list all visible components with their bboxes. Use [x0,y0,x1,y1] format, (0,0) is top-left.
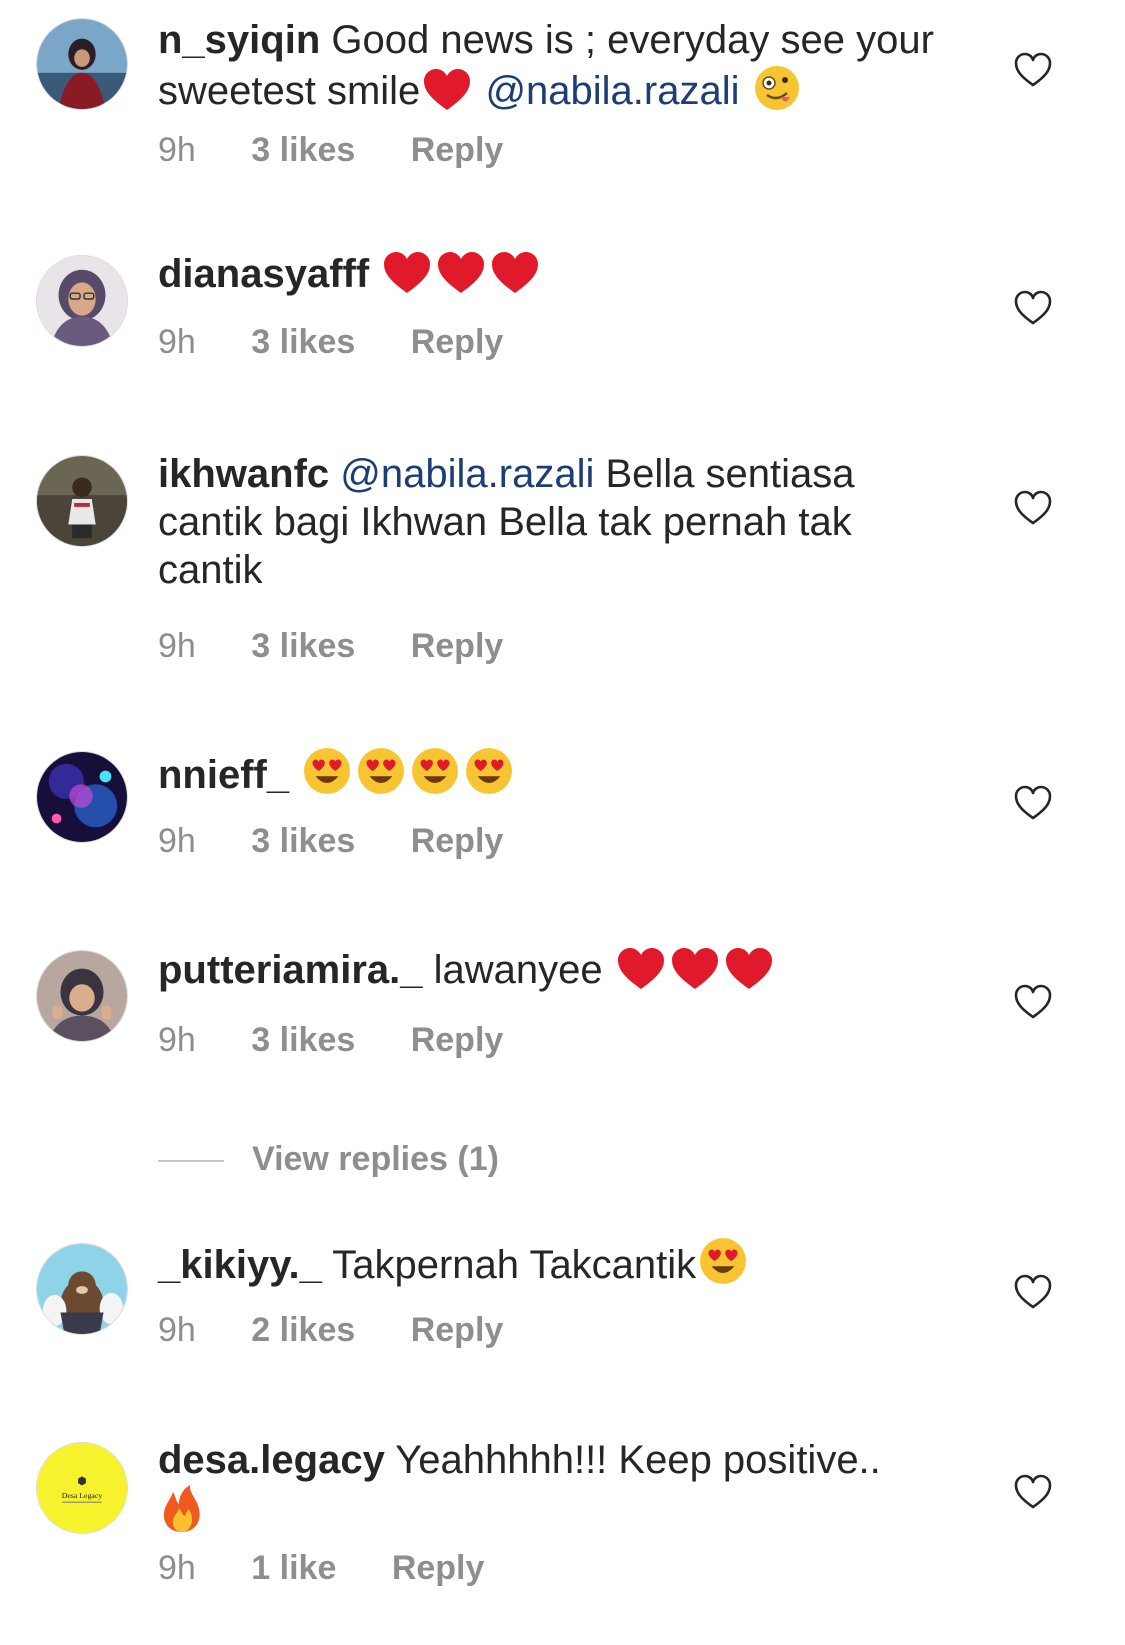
comment-text: dianasyafff [158,250,948,306]
comment-text: ikhwanfc @nabila.razali Bella sentiasa c… [158,450,948,594]
avatar[interactable] [36,255,128,347]
reply-button[interactable]: Reply [411,323,504,361]
like-heart-icon[interactable] [1014,290,1052,326]
timestamp: 9h [158,1311,196,1349]
likes-count[interactable]: 3 likes [251,1021,355,1059]
red-heart-emoji [382,251,432,306]
mention-link[interactable]: @nabila.razali [340,452,594,496]
avatar[interactable] [36,751,128,843]
username[interactable]: putteriamira._ [158,948,423,992]
likes-count[interactable]: 1 like [251,1549,336,1587]
timestamp: 9h [158,1549,196,1587]
comment-text: putteriamira._ lawanyee [158,946,948,1002]
heart-eyes-emoji [464,746,514,807]
like-heart-icon[interactable] [1014,984,1052,1020]
likes-count[interactable]: 3 likes [251,822,355,860]
heart-eyes-emoji [356,746,406,807]
timestamp: 9h [158,822,196,860]
avatar[interactable] [36,18,128,110]
comment-text: n_syiqin Good news is ; everyday see you… [158,16,948,123]
avatar[interactable] [36,1243,128,1335]
comment-meta: 9h 3 likes Reply [158,322,549,362]
comment-body: Takpernah Takcantik [332,1243,697,1287]
like-heart-icon[interactable] [1014,52,1052,88]
timestamp: 9h [158,627,196,665]
replies-divider-line [158,1160,224,1163]
zany-face-emoji [753,64,801,123]
red-heart-emoji [490,251,540,306]
comment-text: _kikiyy._ Takpernah Takcantik [158,1236,948,1297]
comment-meta: 9h 3 likes Reply [158,130,549,170]
username[interactable]: ikhwanfc [158,452,329,496]
mention-link[interactable]: @nabila.razali [485,69,739,113]
red-heart-emoji [436,251,486,306]
reply-button[interactable]: Reply [411,822,504,860]
timestamp: 9h [158,131,196,169]
comment-meta: 9h 3 likes Reply [158,626,549,666]
heart-eyes-emoji [698,1236,748,1297]
reply-button[interactable]: Reply [411,1021,504,1059]
username[interactable]: nnieff_ [158,753,289,797]
comment-text: desa.legacy Yeahhhhh!!! Keep positive.. [158,1436,948,1545]
reply-button[interactable]: Reply [411,131,504,169]
timestamp: 9h [158,1021,196,1059]
comment-text: nnieff_ [158,746,948,807]
username[interactable]: dianasyafff [158,252,369,296]
avatar[interactable]: Desa Legacy [36,1442,128,1534]
comment-meta: 9h 2 likes Reply [158,1310,549,1350]
avatar[interactable] [36,950,128,1042]
fire-emoji [160,1484,204,1545]
username[interactable]: n_syiqin [158,18,320,62]
red-heart-emoji [724,947,774,1002]
comment-body: lawanyee [433,948,603,992]
username[interactable]: desa.legacy [158,1438,385,1482]
comment-meta: 9h 1 like Reply [158,1548,530,1588]
heart-eyes-emoji [410,746,460,807]
comment-meta: 9h 3 likes Reply [158,1020,549,1060]
heart-eyes-emoji [302,746,352,807]
username[interactable]: _kikiyy._ [158,1243,322,1287]
view-replies-label: View replies (1) [252,1140,499,1178]
likes-count[interactable]: 3 likes [251,323,355,361]
likes-count[interactable]: 3 likes [251,627,355,665]
view-replies-button[interactable]: View replies (1) [158,1140,499,1179]
reply-button[interactable]: Reply [411,1311,504,1349]
reply-button[interactable]: Reply [392,1549,485,1587]
red-heart-emoji [670,947,720,1002]
red-heart-emoji [616,947,666,1002]
comment-meta: 9h 3 likes Reply [158,821,549,861]
like-heart-icon[interactable] [1014,785,1052,821]
comment-body: Yeahhhhh!!! Keep positive.. [395,1438,881,1482]
likes-count[interactable]: 3 likes [251,131,355,169]
avatar[interactable] [36,455,128,547]
like-heart-icon[interactable] [1014,1274,1052,1310]
likes-count[interactable]: 2 likes [251,1311,355,1349]
like-heart-icon[interactable] [1014,1474,1052,1510]
like-heart-icon[interactable] [1014,490,1052,526]
timestamp: 9h [158,323,196,361]
desa-logo-text: Desa Legacy [62,1491,103,1500]
red-heart-emoji [422,68,472,123]
reply-button[interactable]: Reply [411,627,504,665]
